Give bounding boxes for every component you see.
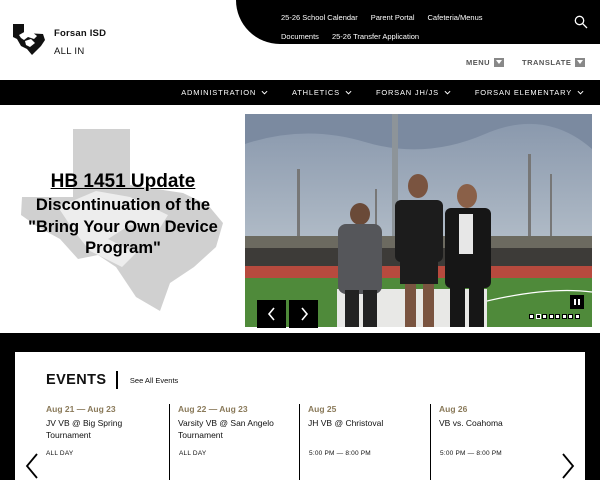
link-school-calendar[interactable]: 25-26 School Calendar bbox=[281, 8, 358, 27]
event-card[interactable]: Aug 25 JH VB @ Christoval 5:00 PM — 8:00… bbox=[299, 404, 421, 480]
event-date: Aug 25 bbox=[308, 404, 337, 414]
nav-administration[interactable]: ADMINISTRATION bbox=[181, 88, 268, 97]
event-name[interactable]: Varsity VB @ San Angelo Tournament bbox=[178, 417, 291, 441]
slide-dot[interactable] bbox=[555, 314, 560, 319]
quick-links-bar: 25-26 School Calendar Parent Portal Cafete… bbox=[236, 0, 600, 44]
nav-label: ATHLETICS bbox=[292, 88, 340, 97]
slide-dot[interactable] bbox=[574, 314, 580, 319]
slide-dot[interactable] bbox=[548, 314, 554, 319]
slide-dot-active[interactable] bbox=[535, 314, 541, 319]
pause-icon-bar bbox=[578, 299, 580, 305]
slide-dot[interactable] bbox=[561, 314, 567, 319]
slide-dot[interactable] bbox=[568, 314, 573, 319]
district-name: Forsan ISD bbox=[54, 28, 107, 39]
site-header: Forsan ISD ALL IN 25-26 School Calendar P… bbox=[0, 0, 600, 80]
chevron-down-icon bbox=[261, 90, 268, 95]
chevron-down-icon bbox=[345, 90, 352, 95]
event-card[interactable]: Aug 22 — Aug 23 Varsity VB @ San Angelo … bbox=[169, 404, 291, 480]
chevron-down-icon bbox=[444, 90, 451, 95]
event-date: Aug 26 bbox=[439, 404, 468, 414]
heading-divider bbox=[116, 371, 118, 389]
slide-indicators bbox=[529, 314, 581, 319]
slide-dot[interactable] bbox=[529, 314, 534, 319]
chevron-down-icon bbox=[575, 58, 586, 67]
event-time: ALL DAY bbox=[179, 450, 207, 457]
event-name[interactable]: VB vs. Coahoma bbox=[439, 417, 552, 429]
hero-section: HB 1451 Update Discontinuation of the "B… bbox=[0, 105, 600, 333]
next-arrow-icon bbox=[300, 307, 308, 321]
link-cafeteria-menus[interactable]: Cafeteria/Menus bbox=[428, 8, 483, 27]
event-time: 5:00 PM — 8:00 PM bbox=[309, 450, 371, 457]
nav-forsan-elementary[interactable]: FORSAN ELEMENTARY bbox=[475, 88, 584, 97]
link-transfer-application[interactable]: 25-26 Transfer Application bbox=[332, 27, 419, 46]
event-date: Aug 21 — Aug 23 bbox=[46, 404, 116, 414]
event-time: ALL DAY bbox=[46, 450, 74, 457]
slide-next-button[interactable] bbox=[289, 300, 318, 328]
hero-subtitle: Discontinuation of the "Bring Your Own D… bbox=[28, 196, 218, 257]
event-card[interactable]: Aug 26 VB vs. Coahoma 5:00 PM — 8:00 PM bbox=[430, 404, 552, 480]
slide-pause-button[interactable] bbox=[570, 295, 584, 309]
mustang-logo-icon bbox=[13, 24, 45, 55]
prev-arrow-icon bbox=[267, 307, 275, 321]
events-prev-arrow-icon[interactable] bbox=[25, 453, 39, 479]
events-heading: EVENTS bbox=[46, 372, 107, 388]
nav-label: ADMINISTRATION bbox=[181, 88, 257, 97]
link-parent-portal[interactable]: Parent Portal bbox=[371, 8, 415, 27]
chevron-down-icon bbox=[494, 58, 505, 67]
menu-button[interactable]: MENU bbox=[466, 58, 505, 67]
nav-forsan-jh-js[interactable]: FORSAN JH/JS bbox=[376, 88, 451, 97]
district-tagline: ALL IN bbox=[54, 46, 85, 57]
translate-label: TRANSLATE bbox=[522, 58, 572, 67]
nav-athletics[interactable]: ATHLETICS bbox=[292, 88, 352, 97]
chevron-down-icon bbox=[577, 90, 584, 95]
menu-label: MENU bbox=[466, 58, 491, 67]
nav-label: FORSAN JH/JS bbox=[375, 88, 439, 97]
events-next-arrow-icon[interactable] bbox=[561, 453, 575, 479]
events-panel: EVENTS See All Events Aug 21 — Aug 23 JV… bbox=[15, 352, 585, 480]
hero-announcement[interactable]: HB 1451 Update Discontinuation of the "B… bbox=[12, 171, 234, 260]
main-nav: ADMINISTRATION ATHLETICS FORSAN JH/JS FO… bbox=[0, 80, 600, 105]
slide-dot[interactable] bbox=[542, 314, 547, 319]
translate-button[interactable]: TRANSLATE bbox=[522, 58, 586, 67]
search-icon[interactable] bbox=[574, 15, 588, 29]
hero-title[interactable]: HB 1451 Update bbox=[12, 171, 234, 193]
event-name[interactable]: JH VB @ Christoval bbox=[308, 417, 421, 429]
see-all-events-link[interactable]: See All Events bbox=[130, 376, 178, 385]
event-time: 5:00 PM — 8:00 PM bbox=[440, 450, 502, 457]
slide-prev-button[interactable] bbox=[257, 300, 286, 328]
slideshow-photo bbox=[245, 114, 592, 327]
district-logo[interactable]: Forsan ISD ALL IN bbox=[10, 22, 106, 57]
event-card[interactable]: Aug 21 — Aug 23 JV VB @ Big Spring Tourn… bbox=[46, 404, 168, 480]
event-date: Aug 22 — Aug 23 bbox=[178, 404, 248, 414]
event-name[interactable]: JV VB @ Big Spring Tournament bbox=[46, 417, 168, 441]
pause-icon bbox=[574, 299, 576, 305]
link-documents[interactable]: Documents bbox=[281, 27, 319, 46]
nav-label: FORSAN ELEMENTARY bbox=[474, 88, 572, 97]
